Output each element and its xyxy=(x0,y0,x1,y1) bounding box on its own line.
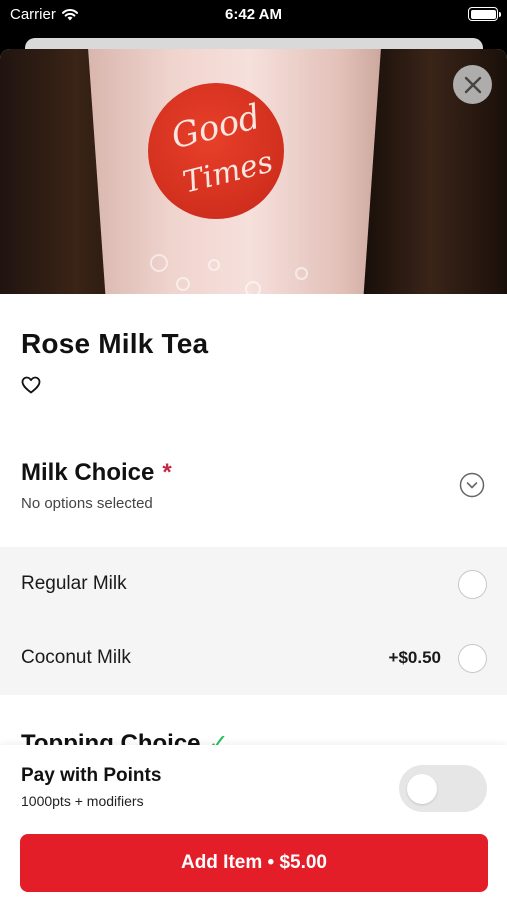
add-item-button[interactable]: Add Item • $5.00 xyxy=(20,834,488,892)
radio-button[interactable] xyxy=(458,570,487,599)
bubble-decoration xyxy=(176,277,190,291)
option-coconut-milk[interactable]: Coconut Milk +$0.50 xyxy=(0,621,507,695)
pay-with-points-toggle[interactable] xyxy=(399,765,487,812)
required-icon: * xyxy=(162,459,172,486)
good-times-logo: Good Times xyxy=(148,83,284,219)
heart-icon[interactable] xyxy=(21,376,41,394)
battery-icon xyxy=(468,7,501,21)
item-photo: Good Times xyxy=(0,49,507,294)
milk-choice-header[interactable]: Milk Choice * No options selected xyxy=(0,447,507,547)
option-label: Regular Milk xyxy=(21,573,127,594)
radio-button[interactable] xyxy=(458,644,487,673)
bubble-decoration xyxy=(150,254,168,272)
milk-options-list: Regular Milk Coconut Milk +$0.50 xyxy=(0,547,507,695)
close-icon xyxy=(464,76,481,93)
bubble-decoration xyxy=(295,267,308,280)
points-cost: 1000pts + modifiers xyxy=(21,793,144,809)
selection-status: No options selected xyxy=(21,495,153,512)
milk-choice-title: Milk Choice xyxy=(21,459,155,486)
section-title: Milk Choice * xyxy=(21,459,172,487)
clock: 6:42 AM xyxy=(225,6,282,23)
item-title: Rose Milk Tea xyxy=(21,328,209,359)
option-label: Coconut Milk xyxy=(21,647,131,668)
bubble-decoration xyxy=(245,281,261,294)
order-footer: Pay with Points 1000pts + modifiers Add … xyxy=(0,745,507,900)
status-bar: Carrier 6:42 AM xyxy=(0,0,507,30)
close-button[interactable] xyxy=(453,65,492,104)
option-price: +$0.50 xyxy=(388,648,441,667)
pay-with-points-title: Pay with Points xyxy=(21,765,162,786)
item-detail-sheet: Good Times Rose Milk Tea Milk Choice * No… xyxy=(0,49,507,900)
option-regular-milk[interactable]: Regular Milk xyxy=(0,547,507,621)
chevron-down-icon[interactable] xyxy=(459,472,485,498)
toggle-knob xyxy=(407,774,437,804)
bubble-decoration xyxy=(208,259,220,271)
